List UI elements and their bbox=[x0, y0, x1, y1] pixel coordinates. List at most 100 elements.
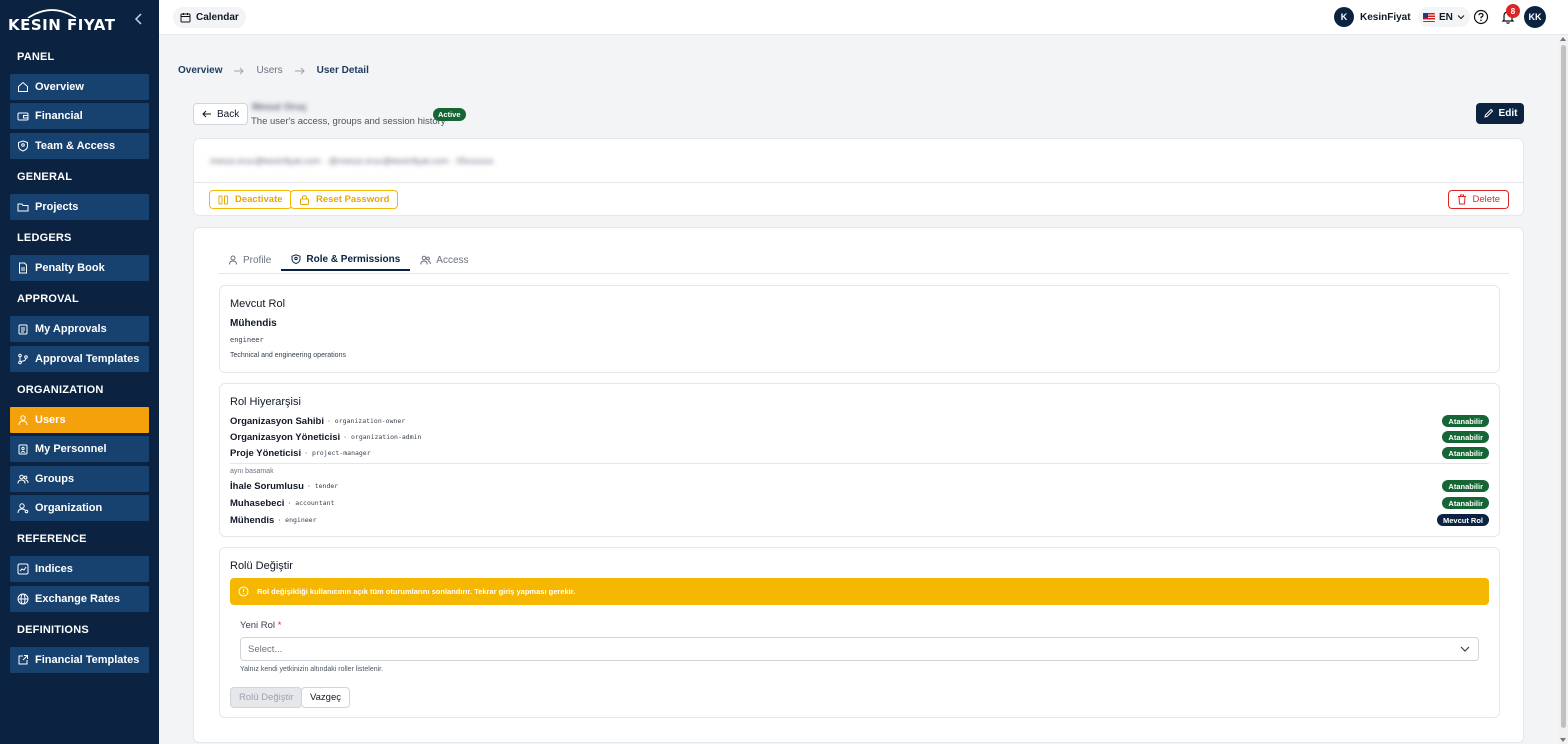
role-key: organization-admin bbox=[351, 433, 422, 441]
organization-switcher[interactable]: K KesinFiyat bbox=[1334, 7, 1411, 27]
collapse-sidebar-button[interactable] bbox=[133, 12, 147, 28]
cancel-button[interactable]: Vazgeç bbox=[301, 687, 350, 708]
language-selector[interactable]: EN bbox=[1418, 7, 1470, 27]
hierarchy-row: Proje Yöneticisi · project-manager Atana… bbox=[230, 446, 1489, 460]
user-icon bbox=[229, 255, 237, 265]
arrow-left-icon bbox=[202, 110, 211, 118]
assignable-badge: Atanabilir bbox=[1442, 415, 1489, 427]
back-button[interactable]: Back bbox=[193, 103, 249, 125]
role-name: Proje Yöneticisi bbox=[230, 447, 302, 459]
arrow-right-icon bbox=[234, 67, 245, 74]
section-organization: ORGANIZATION bbox=[17, 384, 104, 396]
contact-info: mesut.oruc@kesinfiyat.com · @mesut.oruc@… bbox=[210, 156, 494, 166]
sidebar-item-label: Team & Access bbox=[35, 140, 116, 152]
logo-text: KESIN FIYAT bbox=[8, 16, 116, 34]
breadcrumb-user-detail: User Detail bbox=[316, 65, 369, 76]
calendar-label: Calendar bbox=[196, 12, 239, 23]
section-ledgers: LEDGERS bbox=[17, 232, 72, 244]
sidebar-item-my-approvals[interactable]: My Approvals bbox=[10, 316, 149, 342]
sidebar-item-label: Exchange Rates bbox=[35, 593, 120, 605]
divider bbox=[230, 463, 1489, 464]
deactivate-button[interactable]: Deactivate bbox=[209, 190, 292, 209]
current-role-badge: Mevcut Rol bbox=[1436, 514, 1489, 526]
sidebar-item-team-access[interactable]: Team & Access bbox=[10, 133, 149, 159]
help-icon[interactable] bbox=[1473, 9, 1489, 25]
reset-password-button[interactable]: Reset Password bbox=[290, 190, 399, 209]
notification-badge: 8 bbox=[1506, 4, 1520, 18]
sidebar-item-exchange-rates[interactable]: Exchange Rates bbox=[10, 586, 149, 612]
brand-logo[interactable]: KESIN FIYAT bbox=[8, 8, 128, 34]
sidebar-item-penalty-book[interactable]: Penalty Book bbox=[10, 255, 149, 281]
change-role-submit-button[interactable]: Rolü Değiştir bbox=[230, 687, 303, 708]
breadcrumb-users[interactable]: Users bbox=[256, 65, 282, 76]
assignable-badge: Atanabilir bbox=[1442, 431, 1489, 443]
hierarchy-row: Organizasyon Sahibi · organization-owner… bbox=[230, 414, 1489, 428]
assignable-badge: Atanabilir bbox=[1442, 480, 1489, 492]
sidebar-item-overview[interactable]: Overview bbox=[10, 74, 149, 100]
user-icon bbox=[17, 414, 29, 426]
deactivate-label: Deactivate bbox=[235, 194, 283, 205]
current-role-title: Mevcut Rol bbox=[230, 298, 286, 310]
edit-button[interactable]: Edit bbox=[1476, 103, 1524, 124]
breadcrumb: Overview Users User Detail bbox=[178, 65, 369, 76]
delete-button[interactable]: Delete bbox=[1447, 190, 1509, 209]
hierarchy-row: İhale Sorumlusu · tender Atanabilir bbox=[230, 479, 1489, 493]
top-bar: Calendar K KesinFiyat EN 8 KK bbox=[159, 0, 1568, 35]
user-avatar[interactable]: KK bbox=[1524, 6, 1546, 28]
same-level-label: aynı basamak bbox=[230, 468, 274, 475]
us-flag-icon bbox=[1423, 12, 1435, 22]
sidebar-item-label: Financial Templates bbox=[35, 654, 140, 666]
sidebar-item-label: Groups bbox=[35, 473, 75, 485]
sidebar-item-users[interactable]: Users bbox=[10, 407, 149, 433]
section-panel: PANEL bbox=[17, 51, 55, 63]
change-role-title: Rolü Değiştir bbox=[230, 560, 293, 572]
sidebar-item-my-personnel[interactable]: My Personnel bbox=[10, 436, 149, 462]
sidebar-item-approval-templates[interactable]: Approval Templates bbox=[10, 346, 149, 372]
back-label: Back bbox=[217, 108, 240, 120]
sidebar-item-label: My Approvals bbox=[35, 323, 107, 335]
tab-role-permissions[interactable]: Role & Permissions bbox=[281, 249, 411, 271]
breadcrumb-overview[interactable]: Overview bbox=[178, 65, 222, 76]
calendar-button[interactable]: Calendar bbox=[173, 7, 246, 28]
sidebar-item-label: Overview bbox=[35, 81, 84, 93]
trash-icon bbox=[1457, 194, 1466, 205]
page-subtitle: The user's access, groups and session hi… bbox=[251, 116, 446, 127]
required-mark: * bbox=[277, 620, 282, 631]
calendar-icon bbox=[180, 13, 191, 23]
sidebar-item-financial[interactable]: Financial bbox=[10, 103, 149, 129]
sidebar-item-label: My Personnel bbox=[35, 443, 107, 455]
sidebar-item-groups[interactable]: Groups bbox=[10, 466, 149, 492]
chevron-down-icon bbox=[1457, 15, 1465, 20]
globe-icon bbox=[17, 593, 29, 605]
divider bbox=[194, 182, 1523, 183]
sidebar-item-projects[interactable]: Projects bbox=[10, 194, 149, 220]
sidebar-item-indices[interactable]: Indices bbox=[10, 556, 149, 582]
role-name: Organizasyon Sahibi bbox=[230, 415, 324, 427]
scroll-up-icon[interactable] bbox=[1560, 37, 1566, 41]
sidebar-item-label: Penalty Book bbox=[35, 262, 105, 274]
tab-access[interactable]: Access bbox=[410, 249, 478, 271]
user-name: Mesut Oruç bbox=[252, 102, 308, 113]
status-badge: Active bbox=[433, 108, 466, 121]
warning-alert: Rol değişikliği kullanıcının açık tüm ot… bbox=[230, 578, 1489, 605]
shield-icon bbox=[291, 254, 301, 264]
language-label: EN bbox=[1439, 11, 1453, 23]
section-approval: APPROVAL bbox=[17, 293, 79, 305]
new-role-select[interactable]: Select... bbox=[240, 637, 1479, 661]
scroll-down-icon[interactable] bbox=[1560, 738, 1566, 742]
role-key: accountant bbox=[295, 499, 335, 507]
hierarchy-row: Mühendis · engineer Mevcut Rol bbox=[230, 513, 1489, 527]
users-icon bbox=[17, 473, 29, 485]
home-icon bbox=[17, 81, 29, 93]
page-scrollbar[interactable] bbox=[1559, 35, 1568, 744]
sidebar-item-organization[interactable]: Organization bbox=[10, 495, 149, 521]
sidebar-item-financial-templates[interactable]: Financial Templates bbox=[10, 647, 149, 673]
delete-label: Delete bbox=[1472, 194, 1500, 205]
tab-profile[interactable]: Profile bbox=[218, 249, 281, 271]
git-branch-icon bbox=[17, 353, 29, 365]
scroll-thumb[interactable] bbox=[1561, 45, 1566, 728]
user-detail-tabs-card: Profile Role & Permissions Access Mevcut… bbox=[193, 227, 1524, 743]
new-role-label: Yeni Rol * bbox=[240, 620, 281, 631]
section-definitions: DEFINITIONS bbox=[17, 624, 89, 636]
sidebar-item-label: Approval Templates bbox=[35, 353, 140, 365]
